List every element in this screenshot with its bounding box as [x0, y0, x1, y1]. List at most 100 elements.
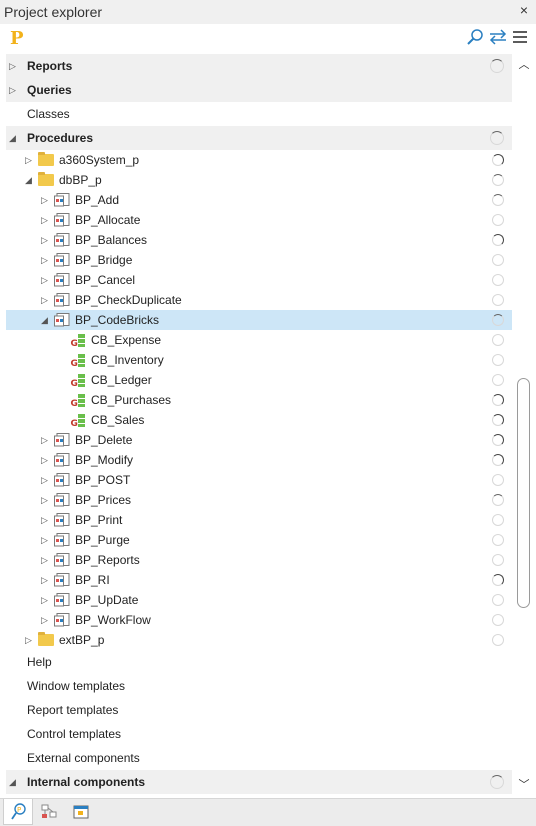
tree-section-control-templates[interactable]: Control templates — [6, 722, 512, 746]
loading-spinner-icon — [492, 254, 504, 266]
tree-item-procedure[interactable]: ▷ BP_RI — [6, 570, 512, 590]
tree-item-procedure[interactable]: ▷ BP_Delete — [6, 430, 512, 450]
expand-arrow-icon[interactable]: ▷ — [41, 430, 51, 450]
tree-item-label: BP_Add — [75, 193, 120, 207]
project-explorer-tab-icon: P — [11, 803, 26, 820]
tree-section-window-templates[interactable]: Window templates — [6, 674, 512, 698]
tree-item-label: BP_Modify — [75, 453, 134, 467]
procedure-set-icon — [54, 273, 70, 287]
expand-arrow-icon[interactable]: ▷ — [41, 230, 51, 250]
collapse-arrow-icon[interactable]: ◢ — [9, 770, 19, 794]
tree-item-procedure[interactable]: ▷ BP_Add — [6, 190, 512, 210]
tree-section-label: Help — [27, 655, 52, 669]
loading-spinner-icon — [492, 614, 504, 626]
project-explorer-tab[interactable]: P — [3, 799, 33, 825]
expand-arrow-icon[interactable]: ▷ — [41, 610, 51, 630]
tree-item-procedure[interactable]: ▷ BP_CheckDuplicate — [6, 290, 512, 310]
loading-spinner-icon — [492, 334, 504, 346]
diagram-tab[interactable] — [34, 799, 64, 825]
collapse-arrow-icon[interactable]: ◢ — [41, 310, 51, 330]
tree-folder-a360system[interactable]: ▷ a360System_p — [6, 150, 512, 170]
scrollbar-thumb[interactable] — [517, 378, 530, 608]
procedure-set-icon — [54, 253, 70, 267]
expand-arrow-icon[interactable]: ▷ — [41, 570, 51, 590]
tree-item-label: BP_Prices — [75, 493, 132, 507]
tree-folder-extbp[interactable]: ▷ extBP_p — [6, 630, 512, 650]
search-icon[interactable] — [466, 28, 484, 46]
tree-section-procedures[interactable]: ◢ Procedures — [6, 126, 512, 150]
tree-folder-dbbp[interactable]: ◢ dbBP_p — [6, 170, 512, 190]
collapse-arrow-icon[interactable]: ◢ — [9, 126, 19, 150]
tree-section-queries[interactable]: ▷ Queries — [6, 78, 512, 102]
explorer-toolbar: P — [0, 24, 536, 52]
tree-section-external-components[interactable]: External components — [6, 746, 512, 770]
panel-title-bar: Project explorer × — [0, 0, 536, 24]
tree-section-reports[interactable]: ▷ Reports — [6, 54, 512, 78]
tree-item-bp-codebricks[interactable]: ◢ BP_CodeBricks — [6, 310, 512, 330]
svg-text:G: G — [71, 359, 78, 368]
tree-item-code-brick[interactable]: G CB_Inventory — [6, 350, 512, 370]
expand-arrow-icon[interactable]: ▷ — [9, 54, 19, 78]
expand-arrow-icon[interactable]: ▷ — [41, 490, 51, 510]
loading-spinner-icon — [492, 294, 504, 306]
tree-item-code-brick[interactable]: G CB_Expense — [6, 330, 512, 350]
expand-arrow-icon[interactable]: ▷ — [41, 190, 51, 210]
tree-item-code-brick[interactable]: G CB_Purchases — [6, 390, 512, 410]
tree-item-label: CB_Purchases — [91, 393, 172, 407]
tree-section-label: Reports — [27, 59, 73, 73]
tree-scrollbar[interactable]: ︿ ﹀ — [512, 54, 536, 796]
tree-section-report-templates[interactable]: Report templates — [6, 698, 512, 722]
loading-spinner-icon — [492, 634, 504, 646]
expand-arrow-icon[interactable]: ▷ — [41, 250, 51, 270]
tree-item-procedure[interactable]: ▷ BP_Balances — [6, 230, 512, 250]
expand-arrow-icon[interactable]: ▷ — [25, 150, 35, 170]
tree-item-label: BP_Reports — [75, 553, 140, 567]
expand-arrow-icon[interactable]: ▷ — [41, 510, 51, 530]
tree-item-procedure[interactable]: ▷ BP_Bridge — [6, 250, 512, 270]
tree-section-label: Window templates — [27, 679, 126, 693]
expand-arrow-icon[interactable]: ▷ — [41, 550, 51, 570]
tree-item-procedure[interactable]: ▷ BP_Reports — [6, 550, 512, 570]
tree-section-help[interactable]: Help — [6, 650, 512, 674]
tree-item-procedure[interactable]: ▷ BP_Allocate — [6, 210, 512, 230]
close-icon[interactable]: × — [520, 2, 528, 18]
folder-icon — [38, 632, 54, 646]
scroll-down-icon[interactable]: ﹀ — [518, 776, 530, 792]
expand-arrow-icon[interactable]: ▷ — [41, 210, 51, 230]
expand-arrow-icon[interactable]: ▷ — [41, 450, 51, 470]
svg-text:G: G — [71, 339, 78, 348]
tree-section-label: Procedures — [27, 131, 94, 145]
tree-section-internal-components[interactable]: ◢ Internal components — [6, 770, 512, 794]
tree-section-classes[interactable]: Classes — [6, 102, 512, 126]
tree-item-code-brick[interactable]: G CB_Ledger — [6, 370, 512, 390]
tree-item-procedure[interactable]: ▷ BP_UpDate — [6, 590, 512, 610]
expand-arrow-icon[interactable]: ▷ — [41, 530, 51, 550]
expand-arrow-icon[interactable]: ▷ — [41, 470, 51, 490]
expand-arrow-icon[interactable]: ▷ — [9, 78, 19, 102]
loading-spinner-icon — [492, 514, 504, 526]
window-tab[interactable] — [66, 799, 96, 825]
tree-item-label: BP_RI — [75, 573, 110, 587]
bottom-tab-bar: P — [0, 798, 536, 826]
expand-arrow-icon[interactable]: ▷ — [41, 290, 51, 310]
tree-item-label: BP_Balances — [75, 233, 148, 247]
collapse-arrow-icon[interactable]: ◢ — [25, 170, 35, 190]
tree-item-procedure[interactable]: ▷ BP_POST — [6, 470, 512, 490]
sync-arrows-icon[interactable] — [489, 28, 507, 46]
expand-arrow-icon[interactable]: ▷ — [25, 630, 35, 650]
tree-item-procedure[interactable]: ▷ BP_Print — [6, 510, 512, 530]
tree-item-procedure[interactable]: ▷ BP_Purge — [6, 530, 512, 550]
expand-arrow-icon[interactable]: ▷ — [41, 590, 51, 610]
scroll-up-icon[interactable]: ︿ — [518, 56, 530, 72]
procedure-set-icon — [54, 473, 70, 487]
menu-icon[interactable] — [511, 28, 529, 46]
tree-item-procedure[interactable]: ▷ BP_Modify — [6, 450, 512, 470]
tree-item-label: CB_Expense — [91, 333, 162, 347]
expand-arrow-icon[interactable]: ▷ — [41, 270, 51, 290]
procedure-set-icon — [54, 553, 70, 567]
tree-item-procedure[interactable]: ▷ BP_WorkFlow — [6, 610, 512, 630]
tree-item-code-brick[interactable]: G CB_Sales — [6, 410, 512, 430]
svg-text:G: G — [71, 379, 78, 388]
tree-item-procedure[interactable]: ▷ BP_Prices — [6, 490, 512, 510]
tree-item-procedure[interactable]: ▷ BP_Cancel — [6, 270, 512, 290]
